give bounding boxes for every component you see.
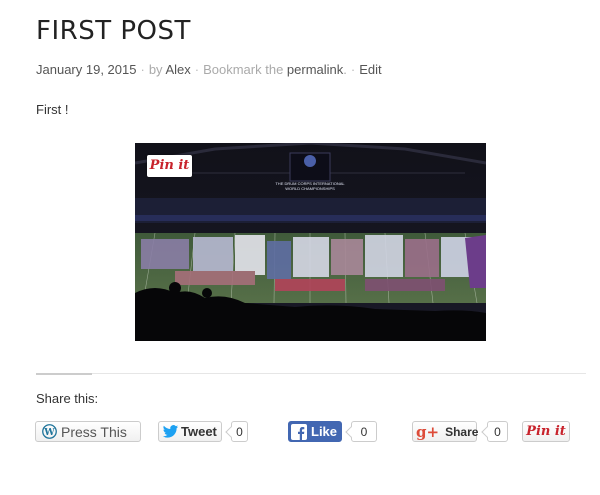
- post-content: First !: [36, 102, 69, 117]
- press-this-label: Press This: [61, 423, 127, 440]
- tweet-count: 0: [231, 421, 248, 442]
- like-count: 0: [351, 421, 377, 442]
- press-this-button[interactable]: W Press This: [35, 421, 141, 442]
- google-plus-label: Share: [445, 424, 479, 439]
- permalink-link[interactable]: permalink: [287, 62, 343, 77]
- by-label: by: [148, 62, 163, 77]
- tweet-label: Tweet: [181, 424, 217, 439]
- google-plus-share-button[interactable]: g+ Share: [412, 421, 479, 442]
- post-image: THE DRUM CORPS INTERNATIONAL WORLD CHAMP…: [135, 143, 486, 341]
- share-divider: [36, 373, 586, 375]
- permalink-period: .: [343, 62, 347, 77]
- share-title: Share this:: [36, 391, 99, 406]
- google-plus-count: 0: [487, 421, 508, 442]
- author-link[interactable]: Alex: [165, 62, 190, 77]
- post-date-link[interactable]: January 19, 2015: [36, 62, 136, 77]
- edit-link[interactable]: Edit: [359, 62, 381, 77]
- banner-line-2: WORLD CHAMPIONSHIPS: [285, 186, 335, 191]
- svg-text:W: W: [43, 427, 55, 438]
- pin-it-overlay-button[interactable]: Pin it: [147, 155, 192, 177]
- post-title: FIRST POST: [36, 16, 191, 46]
- post-meta: January 19, 2015 · by Alex · Bookmark the pe…: [36, 62, 382, 77]
- twitter-bird-icon: [162, 424, 179, 438]
- facebook-icon: [291, 423, 307, 440]
- pinterest-pin-it-button[interactable]: Pin it: [522, 421, 570, 442]
- wordpress-icon: W: [42, 424, 57, 439]
- tweet-button[interactable]: Tweet: [158, 421, 222, 442]
- like-label: Like: [311, 424, 338, 439]
- google-plus-icon: g+: [416, 422, 440, 441]
- facebook-like-button[interactable]: Like: [288, 421, 342, 442]
- bookmark-label: Bookmark the: [203, 62, 284, 77]
